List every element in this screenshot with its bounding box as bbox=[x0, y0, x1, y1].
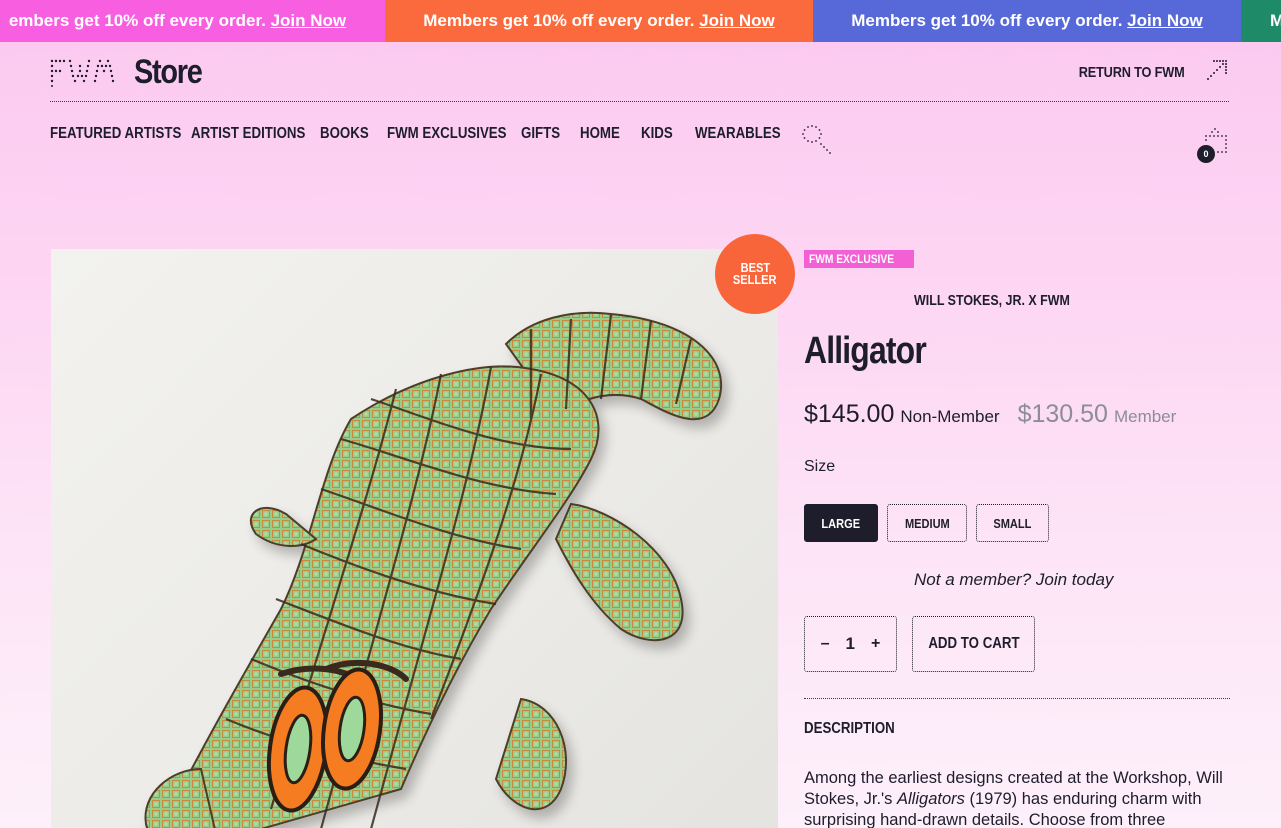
search-button[interactable] bbox=[800, 123, 832, 158]
join-now-link[interactable]: Join Now bbox=[271, 11, 347, 30]
product-image[interactable] bbox=[51, 249, 778, 828]
promo-segment: Members get 10% off every order. Join No… bbox=[385, 0, 813, 42]
quantity-stepper: – 1 + bbox=[804, 616, 897, 672]
cart-count-badge: 0 bbox=[1197, 145, 1215, 163]
main-nav: FEATURED ARTISTS ARTIST EDITIONS BOOKS F… bbox=[50, 125, 781, 143]
member-label: Member bbox=[1113, 407, 1177, 426]
nav-item-fwm-exclusives[interactable]: FWM EXCLUSIVES bbox=[387, 125, 507, 143]
cart-button[interactable]: 0 bbox=[1197, 127, 1229, 163]
nav-item-gifts[interactable]: GIFTS bbox=[521, 125, 561, 143]
promo-text: M bbox=[1270, 11, 1281, 30]
nav-item-artist-editions[interactable]: ARTIST EDITIONS bbox=[191, 125, 305, 143]
quantity-value[interactable]: 1 bbox=[846, 634, 855, 654]
return-to-fwm-link[interactable]: RETURN TO FWM bbox=[1060, 58, 1229, 87]
tag-label: FWM EXCLUSIVE bbox=[809, 252, 895, 266]
join-now-link[interactable]: Join Now bbox=[1127, 11, 1203, 30]
promo-segment: Members get 10% off every order. Join No… bbox=[813, 0, 1241, 42]
size-label: Size bbox=[804, 458, 836, 475]
join-today-link[interactable]: Not a member? Join today bbox=[914, 570, 1113, 590]
non-member-price: $145.00 bbox=[804, 400, 895, 428]
nav-label: KIDS bbox=[641, 125, 673, 142]
size-option-large[interactable]: LARGE bbox=[804, 504, 878, 542]
nav-item-books[interactable]: BOOKS bbox=[320, 125, 369, 143]
promo-segment: embers get 10% off every order. Join Now bbox=[0, 0, 385, 42]
header-divider bbox=[50, 101, 1229, 102]
nav-label: GIFTS bbox=[521, 125, 561, 142]
size-option-medium[interactable]: MEDIUM bbox=[886, 504, 968, 542]
search-icon bbox=[800, 125, 832, 158]
size-option-small[interactable]: SMALL bbox=[976, 504, 1049, 542]
nav-label: WEARABLES bbox=[695, 125, 781, 142]
best-seller-badge: BEST SELLER bbox=[715, 234, 795, 314]
price-row: $145.00 Non-Member $130.50 Member bbox=[804, 400, 1176, 429]
product-title: Alligator bbox=[804, 330, 927, 372]
size-options: LARGE MEDIUM SMALL bbox=[804, 504, 1049, 542]
section-divider bbox=[804, 698, 1230, 699]
nav-label: FWM EXCLUSIVES bbox=[387, 125, 507, 142]
arrow-up-right-icon bbox=[1205, 58, 1229, 87]
alligator-plush-illustration bbox=[144, 311, 722, 828]
size-option-label: MEDIUM bbox=[904, 515, 950, 531]
description-emphasis: Alligators bbox=[897, 790, 965, 808]
quantity-decrease-button[interactable]: – bbox=[821, 635, 830, 653]
fwm-dotted-logo-icon bbox=[50, 57, 126, 87]
return-label: RETURN TO FWM bbox=[1079, 64, 1185, 81]
logo-wordmark: Store bbox=[134, 52, 203, 91]
promo-text: embers get 10% off every order. bbox=[8, 11, 266, 30]
promo-text: Members get 10% off every order. bbox=[851, 11, 1123, 30]
promo-segment: M bbox=[1241, 0, 1281, 42]
member-price: $130.50 bbox=[1017, 400, 1108, 428]
product-details: FWM EXCLUSIVE WILL STOKES, JR. X FWM All… bbox=[804, 250, 1230, 828]
size-option-label: SMALL bbox=[993, 515, 1032, 531]
nav-item-wearables[interactable]: WEARABLES bbox=[695, 125, 781, 143]
nav-label: FEATURED ARTISTS bbox=[50, 125, 182, 142]
description-heading: DESCRIPTION bbox=[804, 720, 895, 737]
artist-link[interactable]: WILL STOKES, JR. X FWM bbox=[914, 292, 1070, 309]
nav-label: HOME bbox=[580, 125, 620, 142]
size-option-label: LARGE bbox=[821, 515, 861, 531]
nav-item-kids[interactable]: KIDS bbox=[641, 125, 673, 143]
non-member-label: Non-Member bbox=[900, 407, 1000, 426]
description-body: Among the earliest designs created at th… bbox=[804, 768, 1234, 828]
promo-text: Members get 10% off every order. bbox=[423, 11, 695, 30]
badge-line: SELLER bbox=[733, 272, 777, 287]
promo-banner: embers get 10% off every order. Join Now… bbox=[0, 0, 1281, 42]
store-logo[interactable]: Store bbox=[50, 53, 213, 91]
nav-label: ARTIST EDITIONS bbox=[191, 125, 306, 142]
quantity-increase-button[interactable]: + bbox=[871, 635, 880, 653]
nav-label: BOOKS bbox=[320, 125, 369, 142]
nav-item-home[interactable]: HOME bbox=[580, 125, 620, 143]
nav-item-featured-artists[interactable]: FEATURED ARTISTS bbox=[50, 125, 181, 143]
add-to-cart-button[interactable]: ADD TO CART bbox=[912, 616, 1035, 672]
join-now-link[interactable]: Join Now bbox=[699, 11, 775, 30]
add-to-cart-label: ADD TO CART bbox=[927, 635, 1020, 652]
fwm-exclusive-tag: FWM EXCLUSIVE bbox=[804, 250, 915, 268]
